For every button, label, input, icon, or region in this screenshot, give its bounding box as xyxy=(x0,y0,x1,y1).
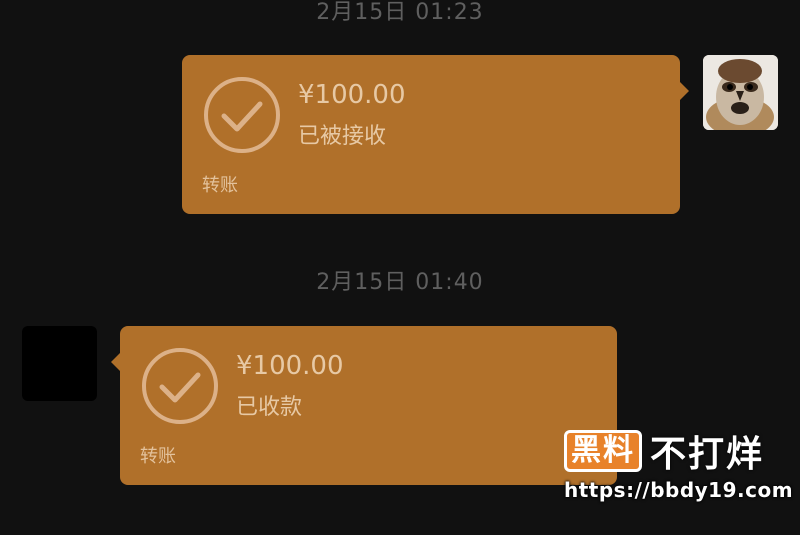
message-timestamp: 2月15日 01:40 xyxy=(316,270,484,295)
bubble-tail xyxy=(680,82,689,100)
check-circle-icon xyxy=(142,348,218,424)
watermark: 黑料 不打烊 https://bbdy19.com xyxy=(558,420,800,535)
transfer-type-label: 转账 xyxy=(140,446,176,467)
watermark-logo-box: 黑料 xyxy=(564,430,642,472)
transfer-amount: ¥100.00 xyxy=(236,351,344,381)
check-circle-icon xyxy=(204,77,280,153)
watermark-url: https://bbdy19.com xyxy=(564,478,794,502)
transfer-status: 已收款 xyxy=(236,395,303,420)
message-timestamp: 2月15日 01:23 xyxy=(316,0,484,25)
transfer-card-received[interactable]: ¥100.00 已收款 转账 xyxy=(111,326,617,485)
transfer-amount: ¥100.00 xyxy=(298,80,406,110)
transfer-type-label: 转账 xyxy=(202,175,238,196)
contact-avatar[interactable] xyxy=(22,326,97,401)
watermark-tagline: 不打烊 xyxy=(650,434,765,475)
transfer-card-sent[interactable]: ¥100.00 已被接收 转账 xyxy=(182,55,689,214)
user-avatar[interactable] xyxy=(703,55,778,130)
watermark-logo: 黑料 不打烊 xyxy=(564,428,765,475)
bubble-tail xyxy=(111,353,120,371)
transfer-status: 已被接收 xyxy=(298,124,387,149)
sparrow-avatar-icon xyxy=(703,55,778,130)
